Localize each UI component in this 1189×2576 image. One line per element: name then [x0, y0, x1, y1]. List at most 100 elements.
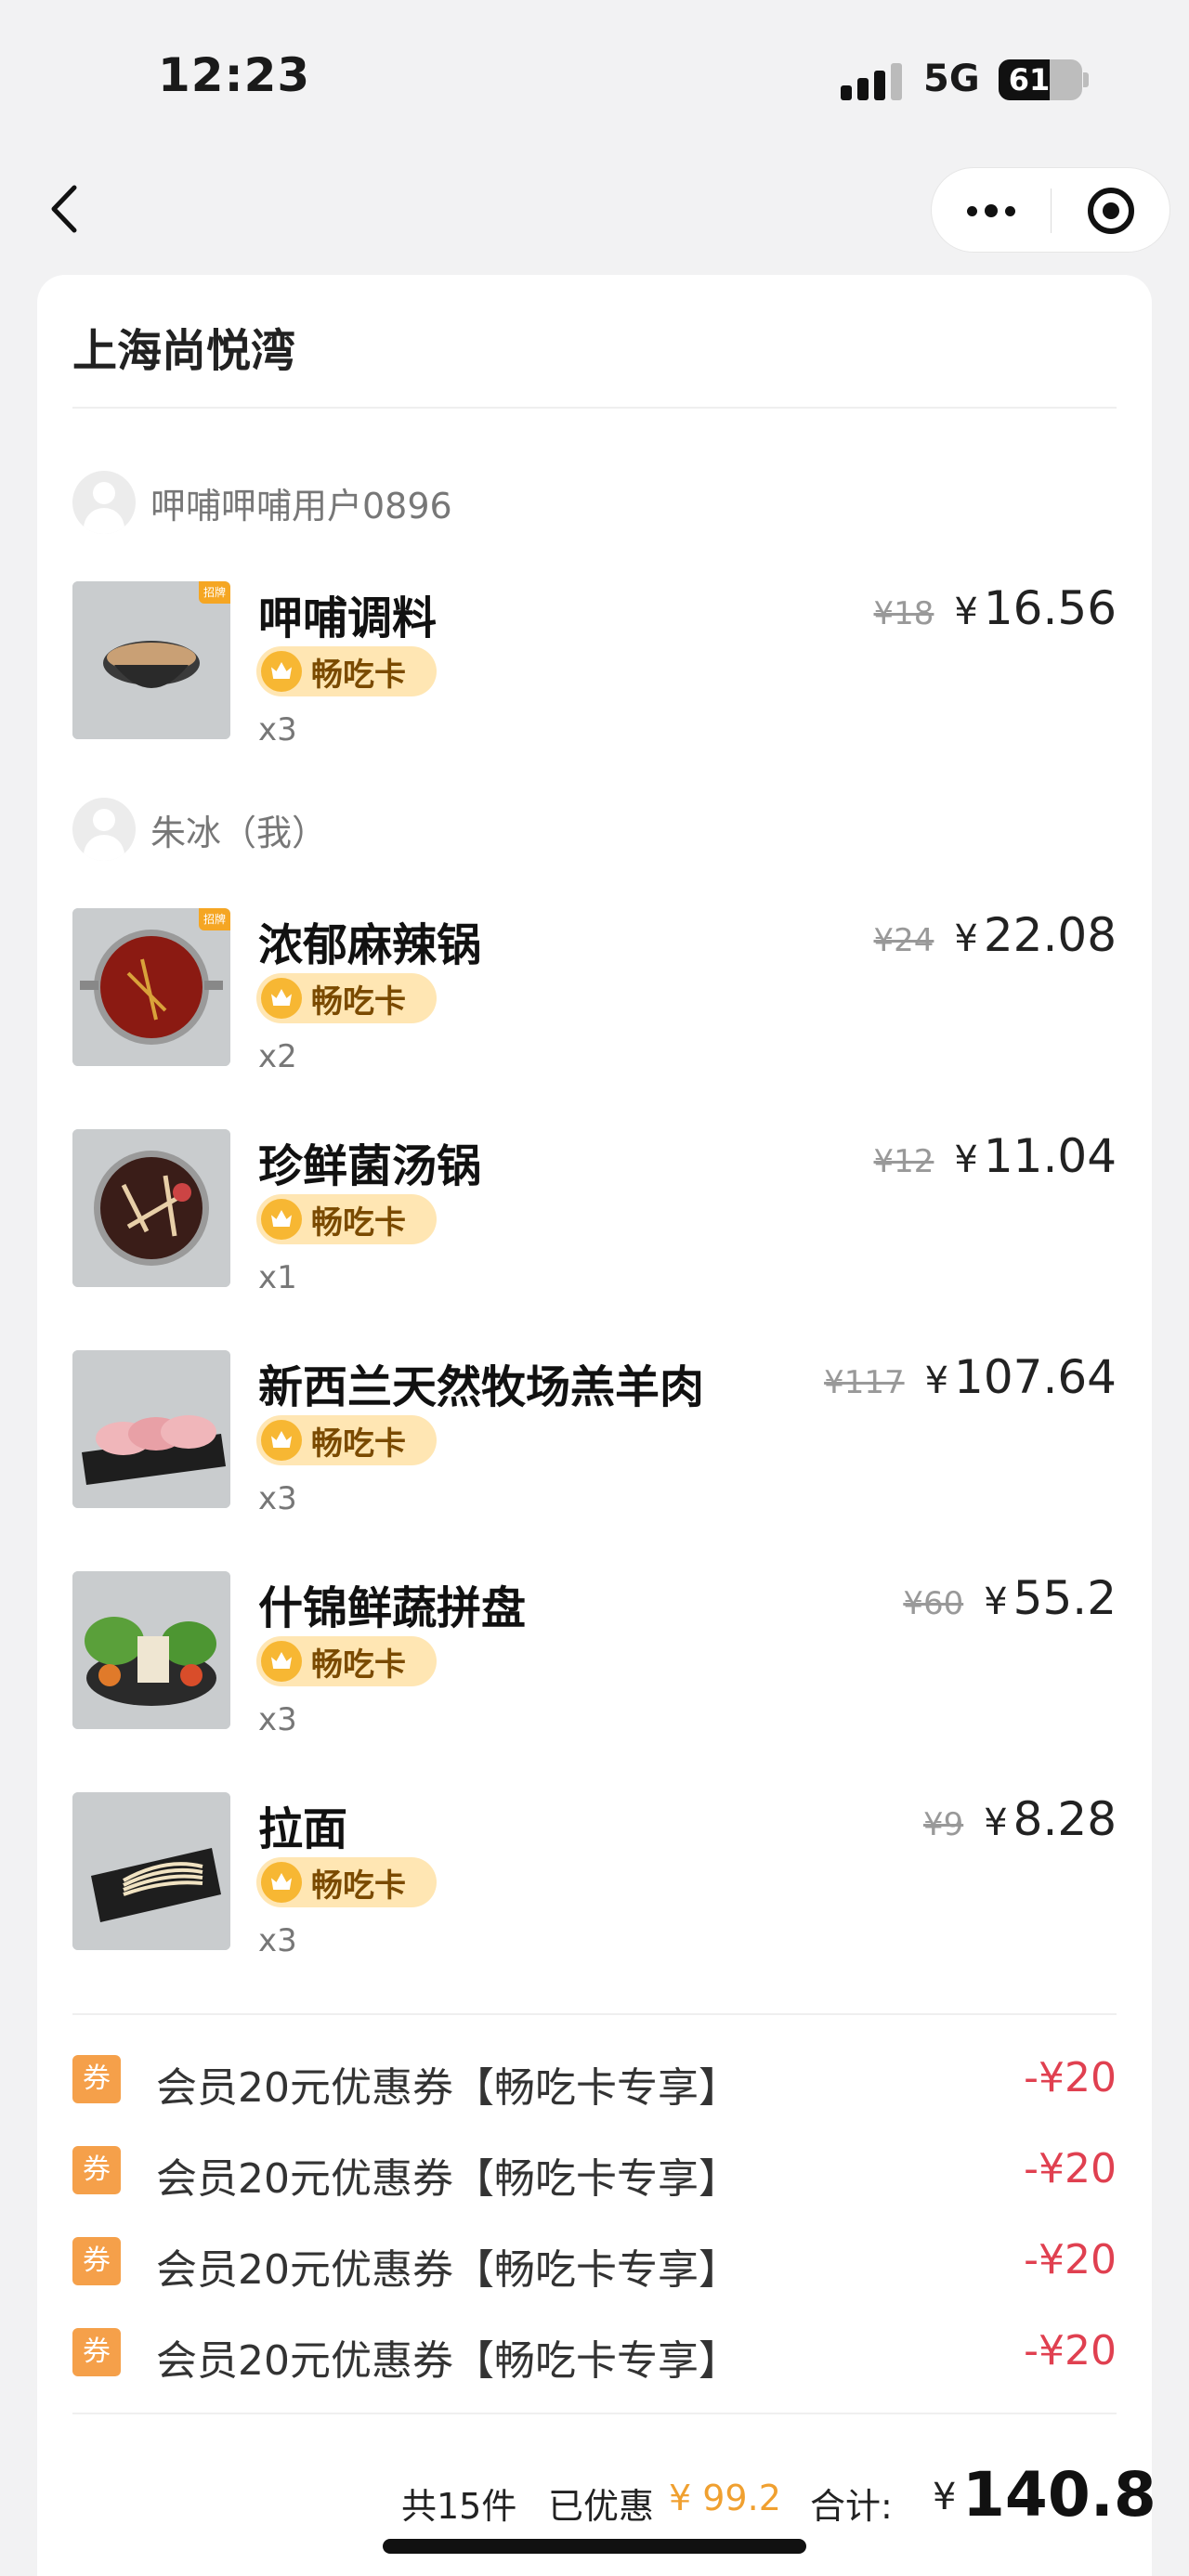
- badge-label: 畅吃卡: [311, 1646, 406, 1684]
- coupon-label: 会员20元优惠券【畅吃卡专享】: [156, 2064, 739, 2112]
- more-dot-icon: [1005, 205, 1015, 216]
- total-currency: ¥: [933, 2476, 957, 2518]
- membership-badge: 畅吃卡: [256, 646, 437, 696]
- order-item[interactable]: 拉面 畅吃卡 x3 ¥9 ¥ 8.28: [72, 1792, 1117, 1959]
- badge-label: 畅吃卡: [311, 656, 406, 694]
- item-price-block: ¥60 ¥ 55.2: [903, 1571, 1117, 1625]
- crown-icon: [261, 1420, 302, 1461]
- item-price: 22.08: [983, 908, 1117, 962]
- avatar: [72, 471, 136, 534]
- item-name: 呷哺调料: [258, 592, 438, 644]
- order-item[interactable]: 招牌 浓郁麻辣锅 畅吃卡 x2 ¥24 ¥ 22.08: [72, 908, 1117, 1075]
- back-button[interactable]: [37, 176, 93, 241]
- target-icon: [1088, 188, 1134, 234]
- home-indicator[interactable]: [383, 2539, 806, 2554]
- membership-badge: 畅吃卡: [256, 1415, 437, 1465]
- membership-badge: 畅吃卡: [256, 973, 437, 1023]
- badge-label: 畅吃卡: [311, 1867, 406, 1905]
- crown-icon: [261, 978, 302, 1019]
- coupon-icon: 券: [72, 2237, 121, 2285]
- item-price-block: ¥24 ¥ 22.08: [874, 908, 1117, 962]
- crown-icon: [261, 1862, 302, 1903]
- coupon-label: 会员20元优惠券【畅吃卡专享】: [156, 2337, 739, 2385]
- item-price: 11.04: [983, 1129, 1117, 1183]
- item-price-block: ¥117 ¥ 107.64: [824, 1350, 1117, 1404]
- currency-symbol: ¥: [954, 917, 978, 960]
- item-quantity: x1: [258, 1259, 297, 1296]
- close-mini-program-button[interactable]: [1052, 168, 1170, 254]
- currency-symbol: ¥: [954, 1138, 978, 1181]
- coupon-amount: -¥20: [1024, 2054, 1117, 2101]
- original-price: ¥117: [824, 1364, 905, 1401]
- battery-level: 61: [1008, 62, 1051, 98]
- badge-label: 畅吃卡: [311, 1425, 406, 1463]
- original-price: ¥18: [873, 595, 934, 632]
- coupon-row: 券 会员20元优惠券【畅吃卡专享】 -¥20: [72, 2323, 1117, 2385]
- membership-badge: 畅吃卡: [256, 1857, 437, 1907]
- item-image: [72, 1129, 230, 1287]
- store-name: 上海尚悦湾: [72, 325, 296, 377]
- membership-badge: 畅吃卡: [256, 1636, 437, 1686]
- currency-symbol: ¥: [984, 1802, 1008, 1844]
- total-label: 合计:: [810, 2486, 893, 2527]
- coupon-row: 券 会员20元优惠券【畅吃卡专享】 -¥20: [72, 2050, 1117, 2112]
- coupon-icon: 券: [72, 2055, 121, 2103]
- item-price-block: ¥9 ¥ 8.28: [923, 1792, 1117, 1846]
- coupon-icon: 券: [72, 2146, 121, 2194]
- status-bar: 12:23 5G 61: [0, 0, 1189, 149]
- item-image: [72, 1792, 230, 1950]
- item-price: 16.56: [983, 581, 1117, 635]
- battery-nub: [1083, 72, 1089, 87]
- battery-icon: 61: [999, 59, 1082, 100]
- item-name: 浓郁麻辣锅: [258, 919, 482, 971]
- item-name: 什锦鲜蔬拼盘: [258, 1582, 527, 1634]
- item-quantity: x3: [258, 1922, 297, 1959]
- item-tag: 招牌: [199, 581, 230, 604]
- item-image: 招牌: [72, 581, 230, 739]
- user-row: 呷哺呷哺用户0896: [72, 470, 452, 535]
- coupon-label: 会员20元优惠券【畅吃卡专享】: [156, 2155, 739, 2203]
- order-summary: 共15件 已优惠 ¥ 99.2 合计: ¥ 140.8: [37, 2459, 1156, 2530]
- coupon-amount: -¥20: [1024, 2145, 1117, 2192]
- total-amount: 140.8: [962, 2459, 1156, 2530]
- item-name: 新西兰天然牧场羔羊肉: [258, 1361, 705, 1413]
- divider: [72, 2413, 1117, 2414]
- original-price: ¥9: [922, 1806, 964, 1843]
- membership-badge: 畅吃卡: [256, 1194, 437, 1244]
- status-time: 12:23: [158, 48, 311, 102]
- discount-amount: ¥ 99.2: [669, 2478, 781, 2518]
- badge-label: 畅吃卡: [311, 1203, 406, 1242]
- divider: [72, 2013, 1117, 2015]
- original-price: ¥24: [873, 922, 934, 959]
- more-dot-icon: [967, 205, 977, 216]
- currency-symbol: ¥: [984, 1581, 1008, 1623]
- item-price-block: ¥12 ¥ 11.04: [874, 1129, 1117, 1183]
- more-button[interactable]: [932, 168, 1051, 254]
- order-item[interactable]: 新西兰天然牧场羔羊肉 畅吃卡 x3 ¥117 ¥ 107.64: [72, 1350, 1117, 1517]
- chevron-left-icon: [51, 185, 77, 233]
- order-item[interactable]: 什锦鲜蔬拼盘 畅吃卡 x3 ¥60 ¥ 55.2: [72, 1571, 1117, 1738]
- item-image: [72, 1571, 230, 1729]
- discount-label: 已优惠: [548, 2486, 655, 2527]
- item-quantity: x3: [258, 1701, 297, 1738]
- item-image: [72, 1350, 230, 1508]
- item-image: 招牌: [72, 908, 230, 1066]
- divider: [72, 407, 1117, 409]
- original-price: ¥60: [903, 1585, 964, 1622]
- item-tag: 招牌: [199, 908, 230, 930]
- currency-symbol: ¥: [924, 1360, 949, 1402]
- item-name: 拉面: [258, 1803, 348, 1855]
- order-item[interactable]: 招牌 呷哺调料 畅吃卡 x3 ¥18 ¥ 16.56: [72, 581, 1117, 748]
- item-price: 55.2: [1013, 1571, 1117, 1625]
- original-price: ¥12: [873, 1143, 934, 1180]
- coupon-row: 券 会员20元优惠券【畅吃卡专享】 -¥20: [72, 2141, 1117, 2203]
- item-price: 8.28: [1013, 1792, 1117, 1846]
- item-quantity: x3: [258, 1480, 297, 1517]
- item-name: 珍鲜菌汤锅: [258, 1140, 482, 1192]
- coupon-amount: -¥20: [1024, 2327, 1117, 2374]
- badge-label: 畅吃卡: [311, 982, 406, 1021]
- crown-icon: [261, 651, 302, 692]
- order-item[interactable]: 珍鲜菌汤锅 畅吃卡 x1 ¥12 ¥ 11.04: [72, 1129, 1117, 1296]
- crown-icon: [261, 1199, 302, 1240]
- order-card: 上海尚悦湾 呷哺呷哺用户0896 招牌 呷哺调料 畅吃卡 x3 ¥18 ¥ 16…: [37, 275, 1156, 2576]
